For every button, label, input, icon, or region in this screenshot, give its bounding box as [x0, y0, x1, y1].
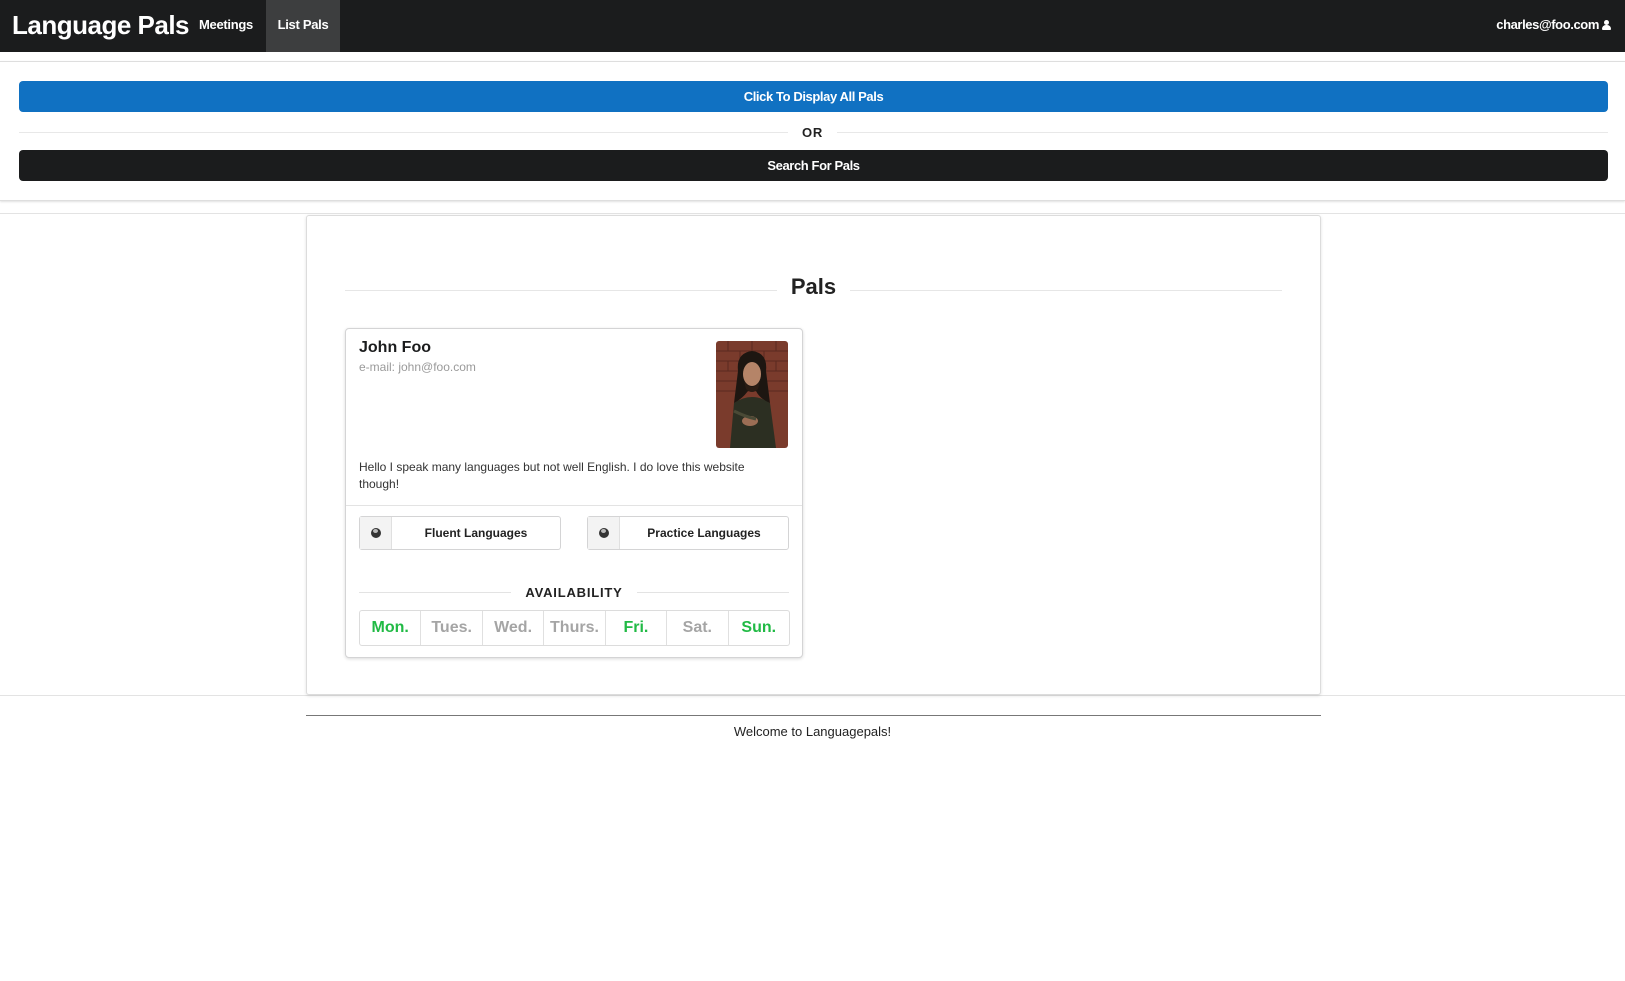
day-tues: Tues.	[421, 611, 483, 645]
day-sun: Sun.	[741, 619, 777, 636]
search-pals-button[interactable]: Search For Pals	[19, 150, 1608, 181]
footer-welcome-text: Welcome to Languagepals!	[733, 724, 892, 739]
top-navbar: Language Pals Meetings List Pals charles…	[0, 0, 1625, 52]
footer-divider	[306, 715, 1321, 716]
or-label: OR	[787, 125, 838, 140]
nav-item-meetings[interactable]: Meetings	[186, 0, 266, 52]
day-sat: Sat.	[667, 611, 729, 645]
pals-heading-text: Pals	[776, 274, 851, 300]
fluent-icon-box	[360, 517, 392, 549]
availability-heading: AVAILABILITY	[346, 584, 802, 602]
pal-card: John Foo e-mail: john@foo.com Hello I sp…	[345, 328, 803, 658]
fluent-languages-label: Fluent Languages	[424, 526, 528, 540]
brand-logo[interactable]: Language Pals	[12, 0, 190, 52]
pal-bio: Hello I speak many languages but not wel…	[359, 460, 745, 491]
user-menu[interactable]: charles@foo.com	[1496, 0, 1611, 52]
actions-segment: Click To Display All Pals OR Search For …	[0, 61, 1625, 201]
user-icon	[1602, 20, 1611, 30]
day-mon: Mon.	[360, 611, 422, 645]
availability-days: Mon. Tues. Wed. Thurs. Fri. Sat. Sun.	[359, 610, 790, 646]
day-fri: Fri.	[606, 611, 668, 645]
pal-avatar	[716, 341, 788, 448]
user-email: charles@foo.com	[1496, 17, 1599, 32]
practice-icon-box	[588, 517, 620, 549]
practice-languages-button[interactable]: Practice Languages	[587, 516, 789, 550]
fluent-languages-button[interactable]: Fluent Languages	[359, 516, 561, 550]
pal-email: e-mail: john@foo.com	[359, 360, 476, 374]
globe-icon	[371, 528, 381, 538]
globe-icon	[599, 528, 609, 538]
card-divider	[346, 505, 802, 506]
day-thurs: Thurs.	[544, 611, 606, 645]
nav-item-list-pals[interactable]: List Pals	[266, 0, 340, 52]
pals-heading: Pals	[307, 274, 1320, 300]
pal-name[interactable]: John Foo	[359, 339, 431, 357]
day-wed: Wed.	[483, 611, 545, 645]
display-all-pals-button[interactable]: Click To Display All Pals	[19, 81, 1608, 112]
availability-heading-text: AVAILABILITY	[511, 585, 637, 600]
pals-panel: Pals John Foo e-mail: john@foo.com Hello…	[306, 215, 1321, 695]
practice-languages-label: Practice Languages	[647, 526, 761, 540]
or-divider: OR	[0, 124, 1625, 142]
